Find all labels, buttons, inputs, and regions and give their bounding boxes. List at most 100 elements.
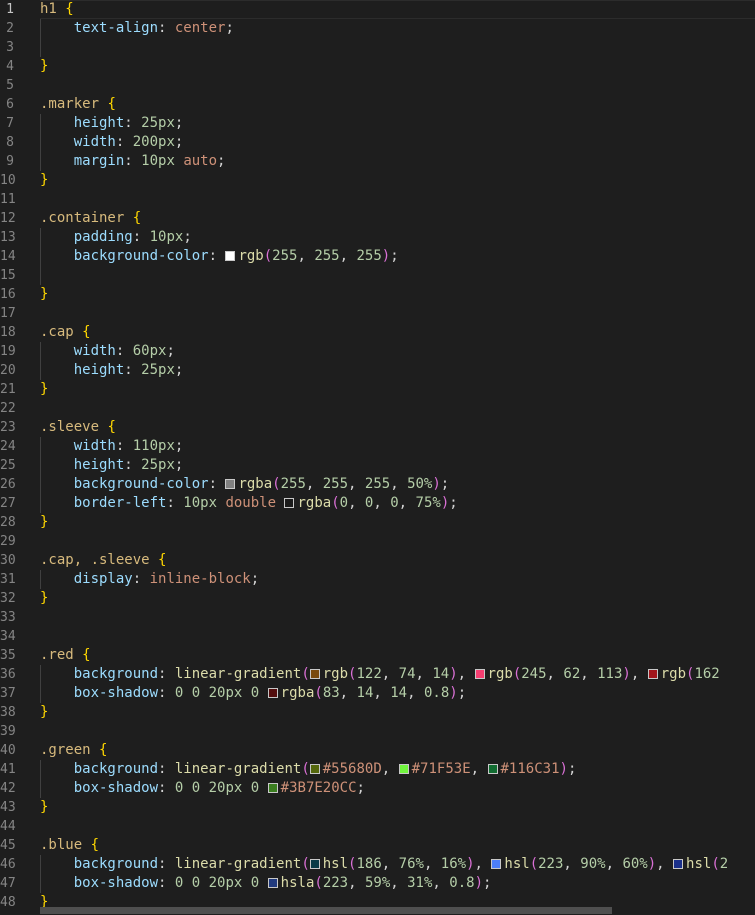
line-number: 10 [0, 173, 16, 188]
code-token: 50% [407, 476, 433, 492]
horizontal-scrollbar-thumb[interactable] [40, 907, 612, 914]
code-area[interactable]: h1 { text-align: center; } .marker { heig… [40, 0, 755, 915]
code-line[interactable]: background: linear-gradient(hsl(186, 76%… [40, 855, 755, 874]
line-number: 27 [0, 496, 16, 511]
code-line[interactable]: text-align: center; [40, 19, 755, 38]
code-line[interactable] [40, 722, 755, 741]
line-number: 43 [0, 800, 16, 815]
line-number: 46 [0, 857, 16, 872]
code-token: 0.8 [423, 685, 450, 701]
code-token: : [124, 362, 142, 378]
code-token: 0 [250, 780, 260, 796]
code-line[interactable]: width: 200px; [40, 133, 755, 152]
code-line[interactable]: height: 25px; [40, 114, 755, 133]
code-line[interactable]: width: 110px; [40, 437, 755, 456]
code-line[interactable]: } [40, 285, 755, 304]
code-token: ) [622, 666, 631, 682]
color-swatch[interactable] [487, 764, 498, 774]
code-line[interactable]: } [40, 589, 755, 608]
code-token: 186 [356, 856, 382, 872]
code-token: 20px [208, 780, 243, 796]
code-line[interactable]: } [40, 171, 755, 190]
code-editor[interactable]: 1 2 3 4 5 6 7 8 9 10 11 12 13 14 15 16 17 18 19 20 21 22 23 24 2… [0, 0, 755, 915]
code-line[interactable]: .blue { [40, 836, 755, 855]
code-token: , [423, 856, 441, 872]
code-line[interactable]: background-color: rgba(255, 255, 255, 50… [40, 475, 755, 494]
code-line[interactable] [40, 817, 755, 836]
code-line[interactable]: } [40, 513, 755, 532]
code-line[interactable] [40, 266, 755, 285]
code-token: rgba [238, 476, 273, 492]
color-swatch[interactable] [673, 859, 684, 869]
indent-guide [40, 570, 41, 589]
code-line[interactable]: background: linear-gradient(#55680D, #71… [40, 760, 755, 779]
code-token: , [339, 685, 357, 701]
code-line[interactable]: width: 60px; [40, 342, 755, 361]
code-token: ) [474, 875, 484, 891]
code-line[interactable] [40, 304, 755, 323]
code-line[interactable]: box-shadow: 0 0 20px 0 #3B7E20CC; [40, 779, 755, 798]
color-swatch[interactable] [267, 783, 278, 793]
code-token: 10px [141, 153, 175, 169]
code-line[interactable]: height: 25px; [40, 361, 755, 380]
code-line[interactable] [40, 532, 755, 551]
line-number: 4 [6, 59, 14, 74]
color-swatch[interactable] [267, 688, 278, 698]
code-line[interactable] [40, 76, 755, 95]
code-line[interactable]: .red { [40, 646, 755, 665]
code-token: ; [174, 134, 184, 150]
code-line[interactable]: .marker { [40, 95, 755, 114]
code-line[interactable]: h1 { [40, 0, 755, 19]
color-swatch[interactable] [491, 859, 502, 869]
code-token: 16% [440, 856, 467, 872]
code-line[interactable]: .cap, .sleeve { [40, 551, 755, 570]
code-line[interactable]: border-left: 10px double rgba(0, 0, 0, 7… [40, 494, 755, 513]
code-line[interactable] [40, 38, 755, 57]
code-line[interactable] [40, 608, 755, 627]
color-swatch[interactable] [474, 669, 485, 679]
code-token: ; [174, 438, 184, 454]
code-token: background-color [73, 476, 209, 492]
code-line[interactable]: background-color: rgb(255, 255, 255); [40, 247, 755, 266]
code-line[interactable]: } [40, 703, 755, 722]
indent-guide [40, 437, 41, 513]
code-token: 14 [356, 685, 374, 701]
code-line[interactable]: } [40, 57, 755, 76]
code-line[interactable] [40, 399, 755, 418]
code-token: 90% [580, 856, 606, 872]
code-line[interactable]: .container { [40, 209, 755, 228]
code-line[interactable]: box-shadow: 0 0 20px 0 rgba(83, 14, 14, … [40, 684, 755, 703]
code-line[interactable] [40, 627, 755, 646]
code-line[interactable]: .green { [40, 741, 755, 760]
code-line[interactable]: padding: 10px; [40, 228, 755, 247]
code-token: , [656, 856, 674, 872]
color-swatch[interactable] [309, 859, 320, 869]
color-swatch[interactable] [284, 498, 295, 508]
color-swatch[interactable] [225, 251, 236, 261]
code-line[interactable]: background: linear-gradient(rgb(122, 74,… [40, 665, 755, 684]
code-token: .green [40, 742, 100, 758]
code-token: 0 [191, 780, 201, 796]
code-line[interactable]: } [40, 380, 755, 399]
line-number: 25 [0, 458, 16, 473]
color-swatch[interactable] [309, 764, 320, 774]
color-swatch[interactable] [309, 669, 320, 679]
color-swatch[interactable] [398, 764, 409, 774]
code-line[interactable]: height: 25px; [40, 456, 755, 475]
code-line[interactable]: .sleeve { [40, 418, 755, 437]
color-swatch[interactable] [267, 878, 278, 888]
code-line[interactable] [40, 190, 755, 209]
indent-guide [40, 19, 41, 57]
code-line[interactable]: .cap { [40, 323, 755, 342]
code-line[interactable]: } [40, 798, 755, 817]
code-line[interactable]: box-shadow: 0 0 20px 0 hsla(223, 59%, 31… [40, 874, 755, 893]
code-token: ; [567, 761, 577, 777]
code-line[interactable]: display: inline-block; [40, 570, 755, 589]
color-swatch[interactable] [647, 669, 658, 679]
code-line[interactable]: margin: 10px auto; [40, 152, 755, 171]
code-token: : [208, 248, 226, 264]
code-token: .sleeve [40, 419, 108, 435]
code-token: , [474, 856, 492, 872]
color-swatch[interactable] [225, 479, 236, 489]
